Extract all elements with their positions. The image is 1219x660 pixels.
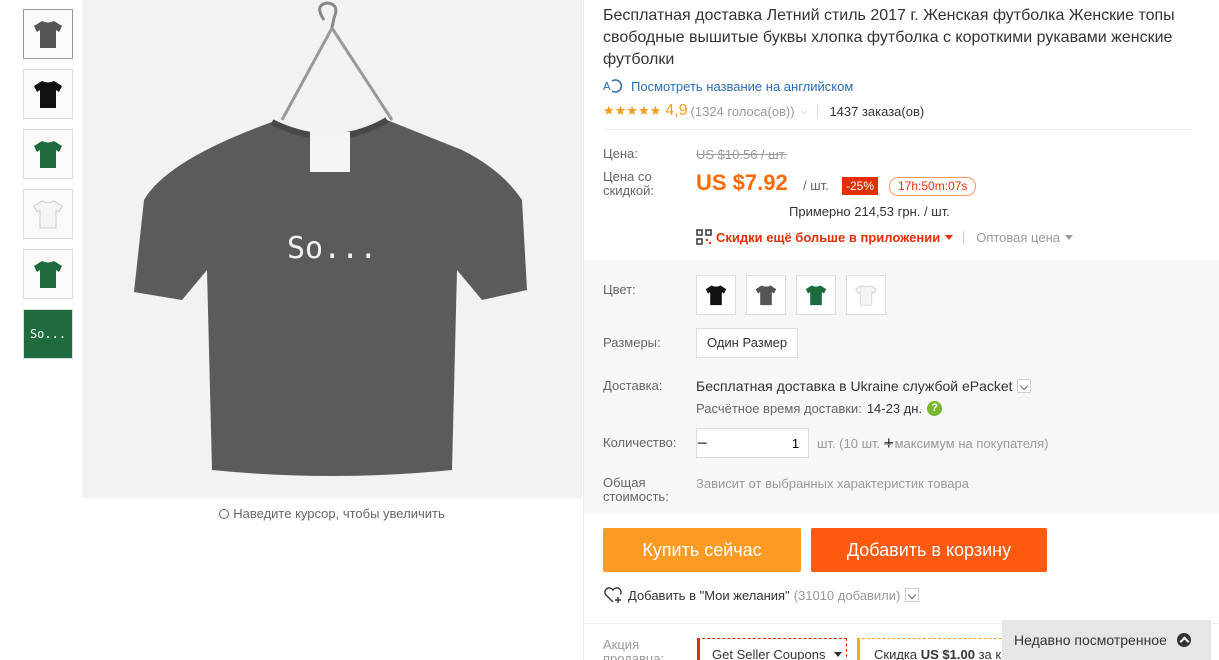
discount-suffix: за к [978, 647, 1002, 660]
shipping-text: Бесплатная доставка в Ukraine службой eP… [696, 378, 1013, 394]
thumbnail-green-2[interactable] [23, 249, 73, 299]
color-swatch-green[interactable] [796, 275, 836, 315]
thumbnail-closeup-text: So... [29, 327, 67, 341]
discount-badge: -25% [842, 177, 879, 195]
price-label: Цена: [603, 146, 638, 161]
size-label: Размеры: [603, 335, 661, 350]
chevron-down-icon[interactable] [1016, 379, 1031, 393]
quantity-note: шт. (10 шт. – максимум на покупателя) [817, 436, 1049, 451]
app-discount-link[interactable]: Скидки ещё больше в приложении [716, 230, 940, 245]
green-tshirt-icon [34, 141, 62, 168]
svg-text:A: A [603, 80, 611, 93]
app-discount-row: Скидки ещё больше в приложении Оптовая ц… [696, 229, 1073, 245]
color-swatch-white[interactable] [846, 275, 886, 315]
discount-price-label: Цена со скидкой: [603, 169, 654, 198]
color-swatch-black[interactable] [696, 275, 736, 315]
tshirt-print-text: So... [287, 231, 377, 266]
discount-amount: US $1.00 [920, 647, 975, 660]
rating-votes[interactable]: (1324 голоса(ов)) [691, 104, 795, 119]
thumbnail-black[interactable] [23, 69, 73, 119]
black-tshirt-icon [34, 81, 62, 108]
wholesale-price-link[interactable]: Оптовая цена [976, 230, 1060, 245]
thumbnail-green[interactable] [23, 129, 73, 179]
seller-coupons-button[interactable]: Get Seller Coupons [697, 638, 847, 660]
white-tshirt-icon [33, 200, 63, 229]
rating-stars-icon: ★★★★★ [603, 103, 662, 118]
separator [963, 230, 965, 244]
orders-count: 1437 заказа(ов) [829, 103, 925, 119]
green-tshirt-icon [34, 261, 62, 288]
translate-icon: A [603, 79, 622, 93]
thumbnail-closeup[interactable]: So... [23, 309, 73, 359]
help-icon[interactable]: ? [927, 401, 943, 416]
quantity-stepper: − + [696, 428, 894, 458]
seller-discount: Скидка US $1.00 за к [857, 638, 1017, 660]
quantity-label: Количество: [603, 435, 677, 450]
translate-link[interactable]: A Посмотреть название на английском [603, 78, 853, 94]
old-price: US $10.56 / шт. [696, 147, 787, 162]
promo-label: Акция продавца: [603, 638, 673, 660]
recently-viewed-label: Недавно посмотренное [1014, 632, 1167, 648]
magnifier-icon [219, 509, 230, 519]
black-tshirt-icon [705, 285, 727, 306]
zoom-hint-text: Наведите курсор, чтобы увеличить [233, 506, 445, 521]
separator [817, 104, 819, 118]
minus-icon[interactable]: − [697, 429, 708, 457]
gray-tshirt-icon [755, 285, 777, 306]
caret-down-icon [834, 652, 843, 657]
add-to-cart-button[interactable]: Добавить в корзину [811, 528, 1047, 572]
main-product-image[interactable]: So... [82, 0, 582, 498]
green-tshirt-icon [805, 285, 827, 306]
chevron-down-icon[interactable]: ⌵ [801, 106, 808, 117]
price-unit: / шт. [803, 178, 829, 193]
product-title: Бесплатная доставка Летний стиль 2017 г.… [603, 7, 1175, 68]
chevron-down-icon[interactable] [905, 588, 920, 602]
approx-price: Примерно 214,53 грн. / шт. [789, 204, 950, 219]
color-label: Цвет: [603, 282, 636, 297]
size-option-button[interactable]: Один Размер [696, 328, 799, 358]
discount-prefix: Скидка [874, 647, 918, 660]
rating-value: 4,9 [665, 102, 688, 119]
gray-tshirt-icon [34, 21, 62, 48]
buy-now-button[interactable]: Купить сейчас [603, 528, 801, 572]
delivery-time-label: Расчётное время доставки: [696, 401, 862, 416]
chevron-up-icon[interactable] [1176, 633, 1191, 647]
delivery-days: 14-23 дн. [866, 401, 923, 416]
discount-price: US $7.92 [696, 170, 788, 195]
wishlist-link[interactable]: Добавить в "Мои желания" [628, 588, 790, 603]
total-label: Общая стоимость: [603, 475, 669, 504]
wishlist-count: (31010 добавили) [793, 587, 901, 603]
countdown-timer: 17h:50m:07s [889, 177, 977, 196]
heart-plus-icon [604, 587, 622, 603]
translate-link-text: Посмотреть название на английском [631, 78, 854, 94]
recently-viewed-bar[interactable]: Недавно посмотренное [1002, 620, 1211, 660]
caret-down-icon[interactable] [945, 234, 954, 240]
caret-down-icon[interactable] [1065, 234, 1073, 240]
white-tshirt-icon [855, 285, 877, 306]
thumbnail-gray[interactable] [23, 9, 73, 59]
rating-row: ★★★★★ 4,9 (1324 голоса(ов)) ⌵ 1437 заказ… [603, 102, 924, 120]
promo-label-text: Акция продавца: [603, 637, 665, 660]
thumbnail-list: So... [23, 9, 73, 369]
zoom-hint: Наведите курсор, чтобы увеличить [82, 506, 582, 521]
color-swatch-gray[interactable] [746, 275, 786, 315]
shipping-label: Доставка: [603, 378, 663, 393]
delivery-time: Расчётное время доставки: 14-23 дн. ? [696, 401, 943, 416]
qr-code-icon [696, 229, 712, 245]
divider [603, 129, 1192, 130]
thumbnail-white[interactable] [23, 189, 73, 239]
shipping-option[interactable]: Бесплатная доставка в Ukraine службой eP… [696, 378, 1031, 394]
seller-coupons-text: Get Seller Coupons [712, 647, 826, 660]
wishlist-row[interactable]: Добавить в "Мои желания" (31010 добавили… [603, 586, 920, 604]
tshirt-icon: So... [134, 1, 527, 476]
total-note: Зависит от выбранных характеристик товар… [696, 476, 969, 491]
